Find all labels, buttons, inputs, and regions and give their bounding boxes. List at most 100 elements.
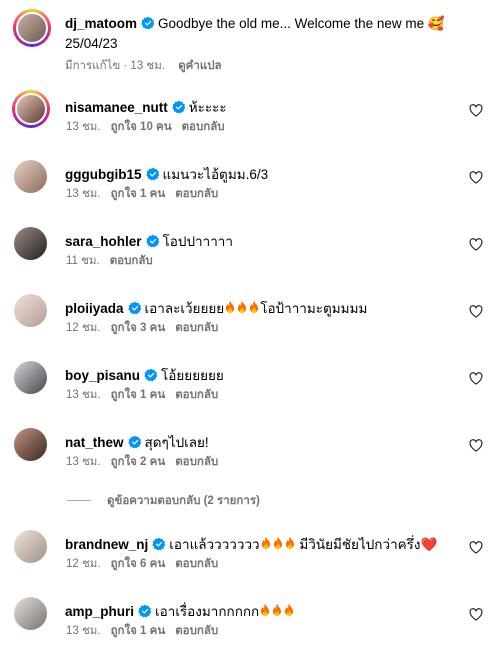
comment-text: ห้ะะะะ: [188, 100, 227, 115]
reply-button[interactable]: ตอบกลับ: [175, 456, 218, 468]
verified-badge-icon: [144, 368, 158, 382]
comment-meta: 11 ชม. ตอบกลับ: [66, 252, 163, 270]
comment-text: สุดๆไปเลย!: [144, 435, 209, 450]
like-heart-icon[interactable]: [469, 305, 483, 318]
avatar[interactable]: [14, 160, 47, 193]
comment-text: เอาเรื่องมากกกกก: [155, 604, 260, 619]
comment-likes[interactable]: ถูกใจ 1 คน: [111, 625, 166, 637]
comment-meta: 12 ชม. ถูกใจ 3 คน ตอบกลับ: [66, 319, 228, 337]
comment-meta: 13 ชม. ถูกใจ 1 คน ตอบกลับ: [66, 622, 228, 640]
comment-row: sara_hohler โอปปาาาาา 11 ชม. ตอบกลับ: [0, 227, 495, 294]
reply-button[interactable]: ตอบกลับ: [175, 188, 218, 200]
like-heart-icon[interactable]: [469, 238, 483, 251]
like-heart-icon[interactable]: [469, 171, 483, 184]
fire-emoji-icon: [285, 536, 294, 550]
verified-badge-icon: [172, 100, 186, 114]
comment-time: 12 ชม.: [66, 322, 101, 334]
reply-button[interactable]: ตอบกลับ: [110, 255, 153, 267]
comment-username[interactable]: gggubgib15: [65, 167, 142, 182]
edited-label: มีการแก้ไข · 13 ชม.: [65, 60, 165, 72]
comment-row: nisamanee_nutt ห้ะะะะ 13 ชม. ถูกใจ 10 คน ตอบ…: [0, 90, 495, 160]
verified-badge-icon: [138, 604, 152, 618]
comment-likes[interactable]: ถูกใจ 3 คน: [111, 322, 166, 334]
comment-time: 13 ชม.: [66, 121, 101, 133]
reply-button[interactable]: ตอบกลับ: [182, 121, 225, 133]
avatar[interactable]: [14, 294, 47, 327]
comment-time: 13 ชม.: [66, 188, 101, 200]
verified-badge-icon: [145, 234, 159, 248]
replies-divider: [67, 500, 91, 501]
verified-badge-icon: [127, 301, 141, 315]
verified-badge-icon: [152, 537, 166, 551]
comment-likes[interactable]: ถูกใจ 10 คน: [111, 121, 172, 133]
fire-emoji-icon: [273, 603, 282, 617]
comment-row: nat_thew สุดๆไปเลย! 13 ชม. ถูกใจ 2 คน ตอบกลั…: [0, 428, 495, 495]
reply-button[interactable]: ตอบกลับ: [175, 558, 218, 570]
comment-likes[interactable]: ถูกใจ 1 คน: [111, 389, 166, 401]
avatar[interactable]: [12, 90, 50, 128]
view-replies-label: ดูข้อความตอบกลับ (2 รายการ): [107, 495, 260, 507]
avatar[interactable]: [14, 530, 47, 563]
comment-row: amp_phuri เอาเรื่องมากกกกก 13 ชม. ถูกใจ 1 ค…: [0, 597, 495, 664]
comment-username[interactable]: amp_phuri: [65, 604, 134, 619]
comment-username[interactable]: ploiiyada: [65, 301, 124, 316]
verified-badge-icon: [127, 435, 141, 449]
comment-text: โอปปาาาาา: [162, 234, 233, 249]
avatar[interactable]: [13, 9, 51, 47]
comment-time: 13 ชม.: [66, 389, 101, 401]
fire-emoji-icon: [285, 603, 294, 617]
like-heart-icon[interactable]: [469, 439, 483, 452]
comment-time: 13 ชม.: [66, 625, 101, 637]
comment-meta: 13 ชม. ถูกใจ 2 คน ตอบกลับ: [66, 453, 228, 471]
reply-button[interactable]: ตอบกลับ: [175, 389, 218, 401]
like-heart-icon[interactable]: [469, 541, 483, 554]
comment-row: boy_pisanu โอ้ยยยยยย 13 ชม. ถูกใจ 1 คน ตอบกล…: [0, 361, 495, 428]
comment-username[interactable]: nisamanee_nutt: [65, 100, 168, 115]
fire-emoji-icon: [261, 603, 270, 617]
avatar[interactable]: [14, 361, 47, 394]
post-caption: dj_matoom Goodbye the old me... Welcome t…: [13, 9, 483, 79]
comment-meta: 13 ชม. ถูกใจ 1 คน ตอบกลับ: [66, 185, 228, 203]
comment-username[interactable]: nat_thew: [65, 435, 124, 450]
fire-emoji-icon: [250, 300, 259, 314]
avatar[interactable]: [14, 597, 47, 630]
comment-likes[interactable]: ถูกใจ 6 คน: [111, 558, 166, 570]
comment-meta: 13 ชม. ถูกใจ 10 คน ตอบกลับ: [66, 118, 235, 136]
comment-username[interactable]: boy_pisanu: [65, 368, 140, 383]
comment-likes[interactable]: ถูกใจ 2 คน: [111, 456, 166, 468]
verified-badge-icon: [141, 16, 155, 30]
comment-username[interactable]: brandnew_nj: [65, 537, 148, 552]
comment-time: 11 ชม.: [66, 255, 100, 267]
comment-text: เอาแล้ววววววว: [169, 537, 260, 552]
comment-likes[interactable]: ถูกใจ 1 คน: [111, 188, 166, 200]
comment-text: แมนวะไอ้ตูมม.6/3: [162, 167, 269, 182]
like-heart-icon[interactable]: [469, 104, 483, 117]
comment-time: 13 ชม.: [66, 456, 101, 468]
like-heart-icon[interactable]: [469, 608, 483, 621]
comment-row: gggubgib15 แมนวะไอ้ตูมม.6/3 13 ชม. ถูกใจ 1 …: [0, 160, 495, 227]
caption-username[interactable]: dj_matoom: [65, 16, 137, 31]
fire-emoji-icon: [226, 300, 235, 314]
comment-meta: 12 ชม. ถูกใจ 6 คน ตอบกลับ: [66, 555, 228, 573]
fire-emoji-icon: [273, 536, 282, 550]
translate-button[interactable]: ดูคำแปล: [178, 60, 221, 72]
comment-text: เอาละเว้ยยยย: [144, 301, 225, 316]
view-replies-button[interactable]: ดูข้อความตอบกลับ (2 รายการ): [67, 492, 260, 510]
fire-emoji-icon: [261, 536, 270, 550]
fire-emoji-icon: [238, 300, 247, 314]
reply-button[interactable]: ตอบกลับ: [175, 322, 218, 334]
reply-button[interactable]: ตอบกลับ: [175, 625, 218, 637]
comment-username[interactable]: sara_hohler: [65, 234, 142, 249]
avatar[interactable]: [14, 428, 47, 461]
like-heart-icon[interactable]: [469, 372, 483, 385]
verified-badge-icon: [145, 167, 159, 181]
comment-meta: 13 ชม. ถูกใจ 1 คน ตอบกลับ: [66, 386, 228, 404]
caption-meta: มีการแก้ไข · 13 ชม. ดูคำแปล: [65, 57, 232, 75]
comment-text-after: มีวินัยมีชัยไปกว่าครึ่ง❤️: [295, 537, 438, 552]
caption-date: 25/04/23: [65, 36, 118, 51]
avatar[interactable]: [14, 227, 47, 260]
comment-text-after: โอป้าาามะตูมมมม: [260, 301, 368, 316]
comment-row: brandnew_nj เอาแล้ววววววว มีวินัยมีชัยไปก…: [0, 530, 495, 597]
comment-time: 12 ชม.: [66, 558, 101, 570]
comment-text: โอ้ยยยยยย: [161, 368, 224, 383]
